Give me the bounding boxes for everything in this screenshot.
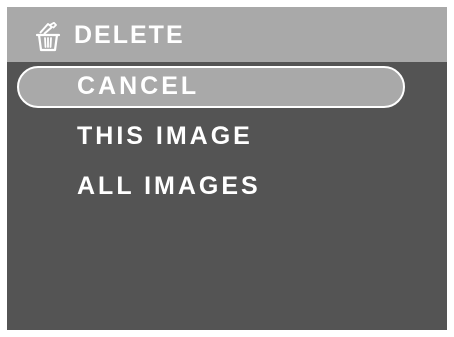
menu-title: DELETE — [74, 21, 185, 49]
menu-item-label: THIS IMAGE — [77, 122, 253, 150]
menu-item-all-images[interactable]: ALL IMAGES — [17, 166, 405, 208]
menu-item-this-image[interactable]: THIS IMAGE — [17, 116, 405, 158]
trash-delete-icon — [34, 21, 62, 52]
menu-header: DELETE — [7, 7, 447, 62]
menu-item-cancel[interactable]: CANCEL — [17, 66, 405, 108]
menu-item-label: ALL IMAGES — [77, 172, 261, 200]
menu-item-label: CANCEL — [77, 72, 200, 100]
camera-menu-screen: DELETE CANCEL THIS IMAGE ALL IMAGES — [7, 7, 447, 330]
